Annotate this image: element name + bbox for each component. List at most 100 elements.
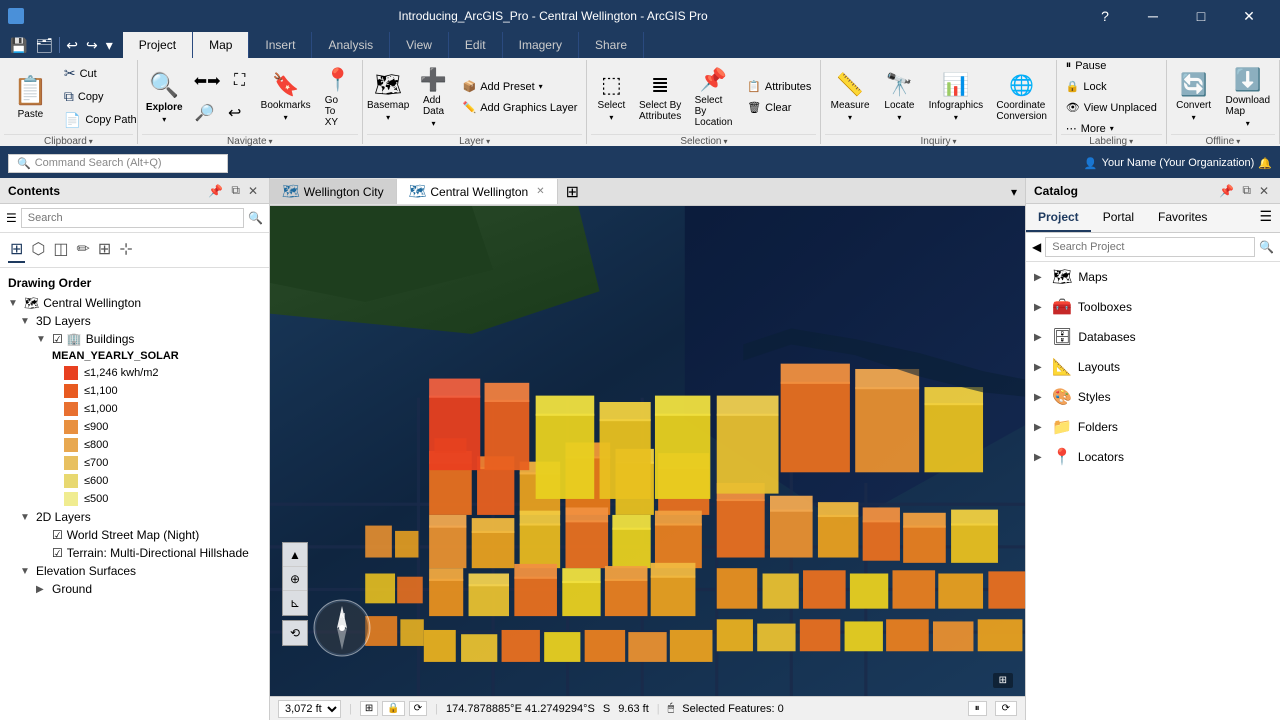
download-map-button[interactable]: ⬇️ DownloadMap ▾: [1221, 62, 1275, 132]
pause-rendering-btn[interactable]: ⏸: [968, 701, 987, 716]
catalog-item-toolboxes[interactable]: ▶ 🧰 Toolboxes: [1026, 292, 1280, 322]
redo-btn[interactable]: ↪: [84, 35, 100, 56]
catalog-pin-btn[interactable]: 📌: [1216, 182, 1237, 199]
nav-lock-btn[interactable]: 🔒: [382, 701, 404, 716]
filter-group[interactable]: ⊞: [96, 237, 113, 263]
terrain-checkbox[interactable]: ☑: [52, 546, 63, 560]
select-by-attributes-button[interactable]: ≣ Select ByAttributes: [635, 62, 684, 132]
infographics-button[interactable]: 📊 Infographics ▾: [924, 62, 988, 132]
catalog-item-maps[interactable]: ▶ 🗺 Maps: [1026, 262, 1280, 292]
tab-wellington-city[interactable]: 🗺 Wellington City: [270, 179, 397, 204]
nav-grid-btn[interactable]: ⊞: [360, 701, 378, 716]
panel-float-btn[interactable]: ⧉: [228, 182, 243, 199]
nav-tilt-btn[interactable]: ⊾: [283, 591, 307, 615]
catalog-menu-btn[interactable]: ☰: [1251, 204, 1280, 232]
tab-central-wellington[interactable]: 🗺 Central Wellington ✕: [397, 179, 558, 204]
refresh-btn[interactable]: ⟳: [995, 701, 1017, 716]
tab-analysis[interactable]: Analysis: [312, 32, 390, 58]
tab-close-btn[interactable]: ✕: [536, 186, 544, 197]
add-preset-button[interactable]: 📦Add Preset▾: [458, 77, 583, 96]
tab-project[interactable]: Project: [123, 32, 193, 58]
command-search[interactable]: 🔍 Command Search (Alt+Q): [8, 154, 228, 173]
pause-button[interactable]: ⏸Pause: [1061, 56, 1162, 75]
panel-pin-btn[interactable]: 📌: [205, 182, 226, 199]
nav-sync-btn[interactable]: ⟳: [409, 701, 427, 716]
tab-map[interactable]: Map: [193, 32, 249, 58]
paste-button[interactable]: 📋 Paste: [4, 62, 57, 132]
tree-2d-layers[interactable]: ▼ 2D Layers: [0, 508, 269, 526]
nav-angle-btn[interactable]: ⟲: [283, 621, 307, 645]
close-button[interactable]: ✕: [1226, 0, 1272, 32]
tab-edit[interactable]: Edit: [449, 32, 503, 58]
open-btn[interactable]: 🗂: [33, 35, 55, 56]
new-map-tab-btn[interactable]: ⊞: [558, 178, 587, 206]
tree-3d-layers[interactable]: ▼ 3D Layers: [0, 312, 269, 330]
contents-search-input[interactable]: [21, 208, 244, 228]
lock-button[interactable]: 🔒Lock: [1061, 77, 1162, 96]
select-by-location-button[interactable]: 📌 Select ByLocation: [689, 62, 738, 132]
catalog-close-btn[interactable]: ✕: [1256, 182, 1272, 199]
zoom-prev-btn[interactable]: ↩: [221, 98, 249, 128]
catalog-search-input[interactable]: [1045, 237, 1255, 257]
explore-button[interactable]: 🔍 Explore ▾: [142, 62, 187, 132]
maximize-button[interactable]: □: [1178, 0, 1224, 32]
locate-button[interactable]: 🔭 Locate ▾: [879, 62, 920, 132]
catalog-item-locators[interactable]: ▶ 📍 Locators: [1026, 442, 1280, 472]
full-extent-btn[interactable]: ⛶: [226, 66, 254, 96]
tab-imagery[interactable]: Imagery: [503, 32, 579, 58]
tree-world-street-map[interactable]: ☑ World Street Map (Night): [0, 526, 269, 544]
catalog-item-folders[interactable]: ▶ 📁 Folders: [1026, 412, 1280, 442]
map-options-btn[interactable]: ▾: [1003, 181, 1025, 203]
go-to-xy-button[interactable]: 📍 GoTo XY: [318, 62, 358, 132]
new-project-btn[interactable]: 💾: [8, 35, 29, 56]
cut-button[interactable]: ✂Cut: [59, 62, 142, 85]
catalog-search-btn[interactable]: 🔍: [1259, 240, 1274, 254]
filter-annotation[interactable]: ✏: [75, 237, 92, 263]
catalog-tab-favorites[interactable]: Favorites: [1146, 204, 1219, 232]
catalog-item-layouts[interactable]: ▶ 📐 Layouts: [1026, 352, 1280, 382]
nav-arrows-btn[interactable]: ⬅➡: [191, 66, 224, 96]
tree-buildings[interactable]: ▼ ☑ 🏢 Buildings: [0, 330, 269, 348]
convert-button[interactable]: 🔄 Convert ▾: [1171, 62, 1217, 132]
coordinate-conversion-button[interactable]: 🌐 CoordinateConversion: [992, 62, 1052, 132]
undo-btn[interactable]: ↩: [64, 35, 80, 56]
copy-button[interactable]: ⧉Copy: [59, 85, 142, 108]
clear-button[interactable]: 🗑Clear: [742, 98, 816, 117]
nav-cross-btn[interactable]: ⊕: [283, 567, 307, 591]
basemap-button[interactable]: 🗺 Basemap ▾: [367, 62, 410, 132]
add-data-button[interactable]: ➕ AddData ▾: [414, 62, 454, 132]
wsm-checkbox[interactable]: ☑: [52, 528, 63, 542]
tree-ground[interactable]: ▶ Ground: [0, 580, 269, 598]
filter-raster[interactable]: ◫: [51, 237, 70, 263]
select-button[interactable]: ⬚ Select ▾: [591, 62, 631, 132]
bell-icon[interactable]: 🔔: [1258, 157, 1272, 170]
catalog-tab-portal[interactable]: Portal: [1091, 204, 1146, 232]
catalog-float-btn[interactable]: ⧉: [1239, 182, 1254, 199]
search-btn[interactable]: 🔍: [248, 211, 263, 225]
attributes-button[interactable]: 📋Attributes: [742, 77, 816, 96]
nav-up-btn[interactable]: ▲: [283, 543, 307, 567]
tab-insert[interactable]: Insert: [249, 32, 312, 58]
filter-feature[interactable]: ⬡: [29, 237, 47, 263]
catalog-back-btn[interactable]: ◀: [1032, 240, 1041, 254]
tree-terrain[interactable]: ☑ Terrain: Multi-Directional Hillshade: [0, 544, 269, 562]
catalog-item-styles[interactable]: ▶ 🎨 Styles: [1026, 382, 1280, 412]
add-graphics-layer-button[interactable]: ✏️Add Graphics Layer: [458, 98, 583, 117]
tree-central-wellington[interactable]: ▼ 🗺 Central Wellington: [0, 294, 269, 312]
tree-elevation-surfaces[interactable]: ▼ Elevation Surfaces: [0, 562, 269, 580]
catalog-tab-project[interactable]: Project: [1026, 204, 1091, 232]
buildings-checkbox[interactable]: ☑: [52, 332, 63, 346]
copy-path-button[interactable]: 📄Copy Path: [59, 109, 142, 132]
minimize-button[interactable]: ─: [1130, 0, 1176, 32]
map-viewport[interactable]: ▲ ⊕ ⊾ ⟲ N: [270, 206, 1025, 696]
tab-share[interactable]: Share: [579, 32, 644, 58]
catalog-item-databases[interactable]: ▶ 🗄 Databases: [1026, 322, 1280, 352]
filter-utility[interactable]: ⊹: [117, 237, 134, 263]
filter-all[interactable]: ⊞: [8, 237, 25, 263]
help-button[interactable]: ?: [1082, 0, 1128, 32]
qa-more-btn[interactable]: ▾: [104, 35, 115, 56]
scale-dropdown[interactable]: 3,072 ft: [278, 700, 341, 718]
view-unplaced-button[interactable]: 👁View Unplaced: [1061, 98, 1162, 117]
bookmarks-button[interactable]: 🔖 Bookmarks ▾: [258, 62, 314, 132]
panel-close-btn[interactable]: ✕: [245, 182, 261, 199]
